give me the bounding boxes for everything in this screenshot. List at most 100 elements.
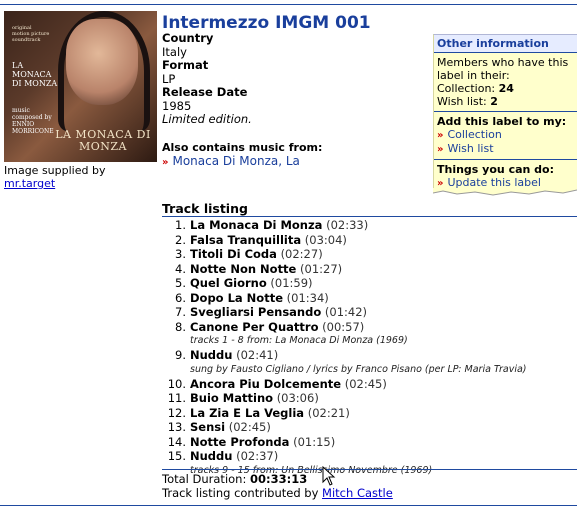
top-divider: [0, 4, 577, 5]
add-to-collection-link[interactable]: Collection: [447, 128, 501, 141]
track-duration: (01:42): [324, 305, 368, 319]
track-name: Nuddu: [190, 449, 233, 463]
track-name: La Monaca Di Monza: [190, 218, 323, 232]
track-listing-heading: Track listing: [162, 201, 248, 216]
collection-count: 24: [498, 82, 514, 95]
cover-face-shape: [66, 19, 138, 105]
track-row: 4. Notte Non Notte (01:27): [175, 261, 343, 276]
track-duration: (02:37): [236, 449, 279, 463]
wishlist-count: 2: [490, 95, 498, 108]
add-to-wishlist-item[interactable]: » Wish list: [437, 142, 575, 156]
track-duration: (02:21): [307, 405, 350, 420]
track-row: 6. Dopo La Notte (01:34): [175, 290, 329, 305]
track-listing-divider: [162, 216, 577, 217]
edition-note: Limited edition.: [162, 112, 252, 126]
track-name: Falsa Tranquillita: [190, 232, 302, 247]
track-row: 8. Canone Per Quattro (00:57): [175, 319, 365, 334]
total-duration-label: Total Duration:: [162, 472, 247, 486]
track-row: 13. Sensi (02:45): [167, 420, 271, 434]
wishlist-count-row: Wish list: 2: [437, 95, 498, 108]
track-row: 10. Ancora Piu Dolcemente (02:45): [167, 376, 387, 391]
total-duration-value: 00:33:13: [250, 472, 308, 486]
total-divider: [162, 469, 577, 470]
other-information-panel: Other information Members who have this …: [433, 34, 577, 195]
cover-title-bottom: LA MONACA DI MONZA: [55, 128, 151, 153]
format-label: Format: [162, 58, 209, 72]
mouse-cursor-icon: [322, 465, 336, 489]
release-date-label: Release Date: [162, 85, 248, 99]
things-title: Things you can do:: [437, 163, 555, 176]
members-text: Members who have this label in their:: [437, 56, 569, 82]
cover-composer: music composed by ENNIO MORRICONE: [12, 107, 54, 135]
track-duration: (01:34): [286, 290, 329, 305]
also-contains-link[interactable]: Monaca Di Monza, La: [172, 154, 299, 168]
track-duration: (03:04): [304, 232, 347, 247]
other-information-header: Other information: [434, 35, 577, 53]
track-name: Quel Giorno: [190, 276, 267, 290]
track-duration: (02:27): [280, 247, 323, 261]
track-duration: (02:45): [344, 376, 387, 391]
track-name: Nuddu: [190, 348, 233, 362]
track-row: 3. Titoli Di Coda (02:27): [175, 247, 323, 261]
track-duration: (02:41): [236, 348, 279, 362]
contributed-by: Track listing contributed by Mitch Castl…: [162, 486, 393, 500]
track-name: Notte Profonda: [190, 434, 290, 449]
add-label-section: Add this label to my: » Collection » Wish …: [434, 112, 577, 160]
track-duration: (03:06): [276, 391, 319, 405]
country-value: Italy: [162, 44, 187, 59]
track-row: 12. La Zia E La Veglia (02:21): [167, 405, 350, 420]
also-contains-item[interactable]: » Monaca Di Monza, La: [162, 154, 322, 168]
arrow-bullet-icon: »: [437, 130, 444, 141]
also-contains-label: Also contains music from:: [162, 141, 323, 154]
track-row: 11. Buio Mattino (03:06): [167, 391, 319, 405]
release-title: Intermezzo IMGM 001: [162, 13, 371, 33]
add-to-collection-item[interactable]: » Collection: [437, 128, 575, 142]
track-name: Titoli Di Coda: [190, 247, 277, 261]
image-caption: Image supplied by mr.target: [4, 164, 105, 190]
bottom-divider: [0, 505, 577, 506]
add-to-wishlist-link[interactable]: Wish list: [447, 142, 493, 155]
track-duration: (01:27): [300, 261, 343, 276]
track-row: 1. La Monaca Di Monza (02:33): [175, 218, 369, 232]
track-row: 9. Nuddu (02:41): [175, 348, 279, 362]
track-row: 14. Notte Profonda (01:15): [167, 434, 336, 449]
track-credit-note: sung by Fausto Cigliano / lyrics by Fran…: [190, 363, 527, 375]
track-duration: (02:45): [228, 420, 271, 434]
release-date-value: 1985: [162, 98, 192, 113]
also-contains: Also contains music from: » Monaca Di Mon…: [162, 141, 322, 168]
track-name: Ancora Piu Dolcemente: [190, 376, 342, 391]
track-row: 5. Quel Giorno (01:59): [175, 276, 313, 290]
track-source-note: tracks 1 - 8 from: La Monaca Di Monza (1…: [190, 335, 408, 346]
release-details: Country Italy Format LP Release Date 198…: [162, 31, 252, 127]
track-name: Dopo La Notte: [190, 290, 283, 305]
track-name: Canone Per Quattro: [190, 319, 319, 334]
arrow-bullet-icon: »: [437, 144, 444, 155]
add-label-title: Add this label to my:: [437, 115, 567, 128]
track-row: 15. Nuddu (02:37): [167, 449, 279, 463]
track-duration: (01:59): [270, 276, 313, 290]
cover-subtitle: original motion picture soundtrack: [12, 25, 50, 43]
track-duration: (02:33): [326, 218, 369, 232]
sidebar-torn-edge: [433, 188, 577, 198]
cover-title-top: LA MONACA DI MONZA: [12, 61, 58, 88]
format-value: LP: [162, 71, 176, 86]
track-duration: (01:15): [293, 434, 336, 449]
track-duration: (00:57): [322, 319, 365, 334]
album-cover-image[interactable]: original motion picture soundtrack LA MO…: [4, 11, 157, 162]
collection-count-row: Collection: 24: [437, 82, 514, 95]
track-name: Buio Mattino: [190, 391, 274, 405]
track-name: Sensi: [190, 420, 226, 434]
country-label: Country: [162, 31, 214, 45]
track-row: 7. Svegliarsi Pensando (01:42): [175, 305, 368, 319]
track-name: Notte Non Notte: [190, 261, 297, 276]
members-section: Members who have this label in their: Co…: [434, 53, 577, 112]
track-name: La Zia E La Veglia: [190, 405, 305, 420]
image-caption-text: Image supplied by: [4, 164, 106, 177]
track-list: 1. La Monaca Di Monza (02:33) 2. Falsa Tra…: [164, 218, 574, 478]
track-row: 2. Falsa Tranquillita (03:04): [175, 232, 347, 247]
image-supplier-link[interactable]: mr.target: [4, 177, 55, 190]
total-duration: Total Duration: 00:33:13: [162, 472, 307, 486]
track-name: Svegliarsi Pensando: [190, 305, 322, 319]
arrow-bullet-icon: »: [162, 157, 169, 168]
contributed-by-label: Track listing contributed by: [162, 486, 319, 500]
